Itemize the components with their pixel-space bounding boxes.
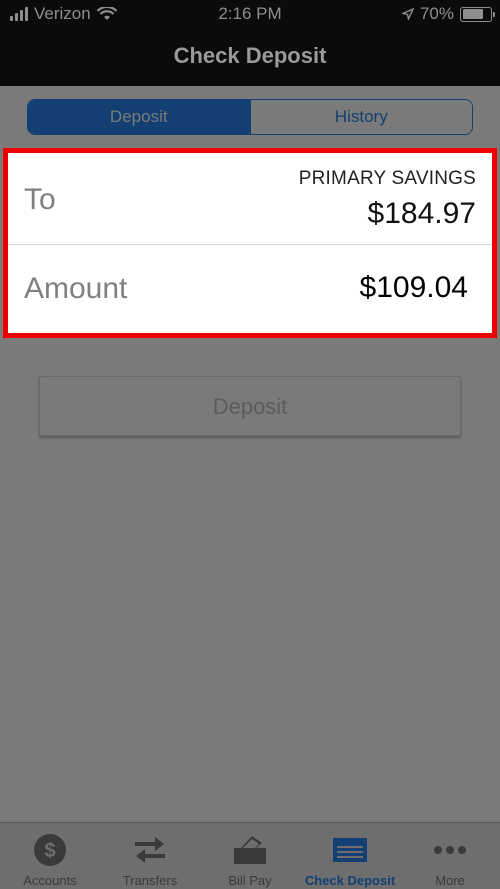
svg-text:$: $ bbox=[44, 840, 55, 862]
status-right: 70% bbox=[401, 4, 495, 24]
tab-label: Bill Pay bbox=[228, 873, 272, 888]
tab-label: Check Deposit bbox=[304, 873, 396, 888]
tab-bill-pay[interactable]: Bill Pay bbox=[200, 823, 300, 889]
more-dots-icon bbox=[432, 833, 468, 867]
segment-deposit[interactable]: Deposit bbox=[28, 100, 250, 134]
amount-value[interactable]: $109.04 bbox=[360, 271, 468, 305]
status-bar: Verizon 2:16 PM 70% bbox=[0, 0, 500, 30]
amount-row[interactable]: Amount $109.04 bbox=[8, 245, 492, 333]
transfer-arrows-icon bbox=[132, 833, 168, 867]
battery-icon bbox=[460, 6, 495, 22]
tab-bar: $ Accounts Transfers Bill Pay Check Depo… bbox=[0, 822, 500, 889]
page-title: Check Deposit bbox=[0, 30, 500, 86]
account-name: PRIMARY SAVINGS bbox=[298, 168, 476, 189]
location-arrow-icon bbox=[401, 8, 414, 20]
dollar-circle-icon: $ bbox=[32, 833, 68, 867]
to-label: To bbox=[24, 183, 56, 216]
battery-percent: 70% bbox=[419, 4, 454, 23]
tab-transfers[interactable]: Transfers bbox=[100, 823, 200, 889]
deposit-history-segmented-control[interactable]: Deposit History bbox=[27, 99, 473, 135]
segment-history[interactable]: History bbox=[249, 100, 472, 134]
tab-label: Transfers bbox=[122, 873, 178, 888]
check-deposit-icon bbox=[332, 833, 368, 867]
tab-label: Accounts bbox=[23, 873, 77, 888]
tab-more[interactable]: More bbox=[400, 823, 500, 889]
deposit-form-card: To PRIMARY SAVINGS $184.97 Amount $109.0… bbox=[3, 148, 497, 338]
amount-label: Amount bbox=[24, 272, 128, 305]
tab-check-deposit[interactable]: Check Deposit bbox=[300, 823, 400, 889]
bill-pay-icon bbox=[232, 833, 268, 867]
deposit-button[interactable]: Deposit bbox=[39, 376, 461, 436]
to-account-row[interactable]: To PRIMARY SAVINGS $184.97 bbox=[8, 153, 492, 245]
tab-accounts[interactable]: $ Accounts bbox=[0, 823, 100, 889]
tab-label: More bbox=[435, 873, 465, 888]
account-balance: $184.97 bbox=[367, 197, 476, 230]
